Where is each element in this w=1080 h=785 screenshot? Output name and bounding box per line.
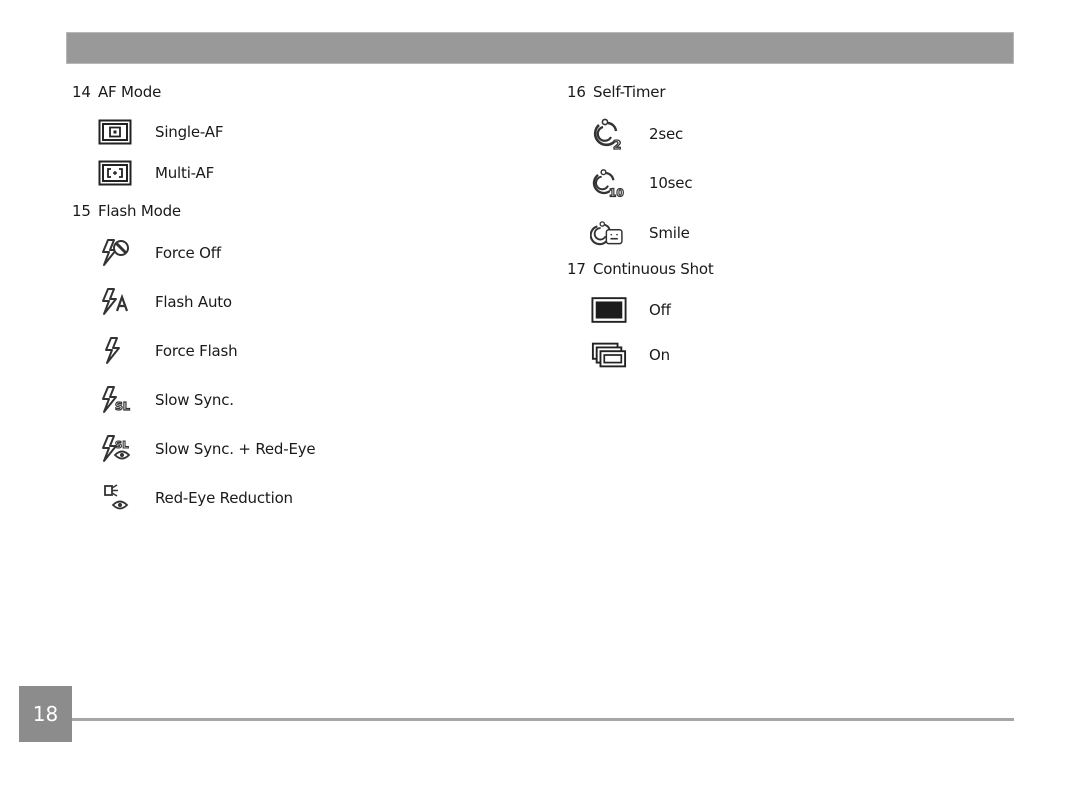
header-bar: [66, 32, 1014, 64]
list-item-force-flash: Force Flash: [98, 336, 238, 366]
svg-text:2: 2: [613, 138, 621, 151]
slow-sync-red-eye-icon: SL: [98, 434, 134, 464]
single-af-icon: [97, 117, 133, 147]
continuous-shot-on-icon: [591, 340, 627, 370]
section-number: 17: [567, 260, 586, 278]
item-label: Smile: [649, 224, 690, 242]
footer-divider: [72, 718, 1014, 721]
list-item-slow-sync: SL Slow Sync.: [98, 385, 234, 415]
item-label: 10sec: [649, 174, 693, 192]
svg-text:SL: SL: [115, 400, 130, 413]
item-label: Flash Auto: [155, 293, 232, 311]
section-title-continuous-shot: 17 Continuous Shot: [567, 260, 714, 278]
page-number: 18: [19, 686, 72, 742]
list-item-slow-sync-red-eye: SL Slow Sync. + Red-Eye: [98, 434, 316, 464]
svg-text:SL: SL: [115, 440, 129, 451]
section-label: Continuous Shot: [593, 260, 714, 278]
item-label: Force Off: [155, 244, 221, 262]
slow-sync-icon: SL: [98, 385, 134, 415]
red-eye-reduction-icon: [98, 483, 134, 513]
list-item-flash-auto: Flash Auto: [98, 287, 232, 317]
section-label: Flash Mode: [98, 202, 181, 220]
list-item-smile: Smile: [590, 218, 690, 248]
item-label: Slow Sync.: [155, 391, 234, 409]
svg-text:10: 10: [609, 187, 624, 200]
section-number: 15: [72, 202, 91, 220]
list-item-continuous-on: On: [591, 340, 670, 370]
self-timer-smile-icon: [590, 218, 626, 248]
section-title-self-timer: 16 Self-Timer: [567, 83, 665, 101]
list-item-2sec: 2 2sec: [590, 118, 683, 151]
self-timer-10sec-icon: 10: [590, 168, 626, 200]
section-number: 16: [567, 83, 586, 101]
item-label: Red-Eye Reduction: [155, 489, 293, 507]
list-item-10sec: 10 10sec: [590, 168, 693, 200]
flash-auto-icon: [98, 287, 134, 317]
section-label: AF Mode: [98, 83, 162, 101]
continuous-shot-off-icon: [591, 295, 627, 325]
item-label: Force Flash: [155, 342, 238, 360]
force-flash-icon: [98, 336, 134, 366]
flash-force-off-icon: [98, 238, 134, 268]
section-number: 14: [72, 83, 91, 101]
list-item-multi-af: Multi-AF: [97, 158, 214, 188]
self-timer-2sec-icon: 2: [590, 118, 626, 151]
section-label: Self-Timer: [593, 83, 666, 101]
list-item-force-off: Force Off: [98, 238, 221, 268]
item-label: Off: [649, 301, 671, 319]
list-item-red-eye-reduction: Red-Eye Reduction: [98, 483, 293, 513]
section-title-flash-mode: 15 Flash Mode: [72, 202, 181, 220]
item-label: On: [649, 346, 670, 364]
item-label: Slow Sync. + Red-Eye: [155, 440, 316, 458]
item-label: Multi-AF: [155, 164, 215, 182]
list-item-continuous-off: Off: [591, 295, 671, 325]
item-label: Single-AF: [155, 123, 224, 141]
section-title-af-mode: 14 AF Mode: [72, 83, 161, 101]
list-item-single-af: Single-AF: [97, 117, 223, 147]
multi-af-icon: [97, 158, 133, 188]
item-label: 2sec: [649, 125, 684, 143]
